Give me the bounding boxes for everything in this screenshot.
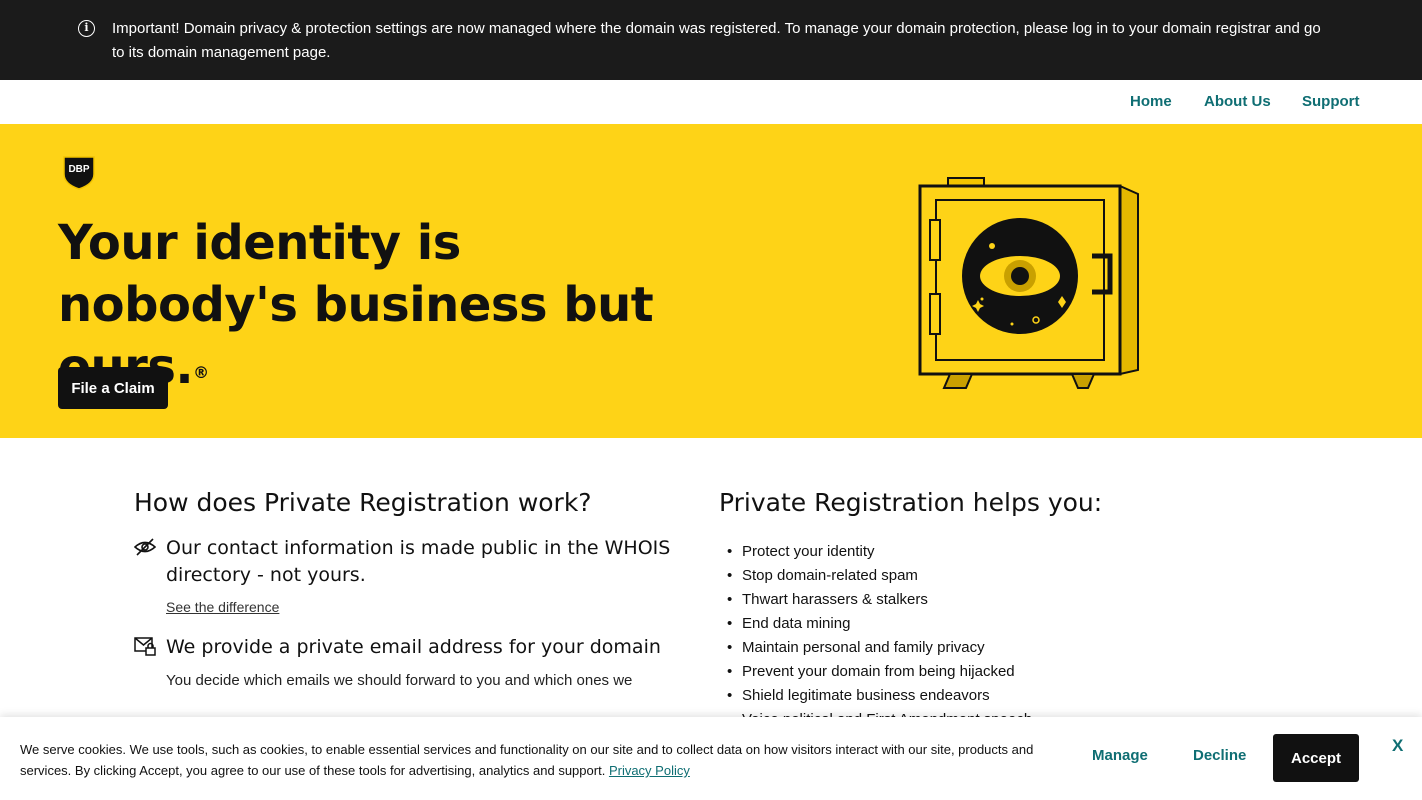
- benefit-item: Maintain personal and family privacy: [719, 636, 1279, 660]
- safe-eye-illustration: [918, 177, 1139, 389]
- info-icon: i: [78, 20, 95, 37]
- eye-slash-icon: [134, 538, 156, 556]
- notice-text: Important! Domain privacy & protection s…: [112, 20, 1321, 61]
- see-difference-link[interactable]: See the difference: [166, 599, 279, 615]
- accept-cookies-button[interactable]: Accept: [1273, 734, 1359, 782]
- privacy-policy-link[interactable]: Privacy Policy: [609, 763, 690, 778]
- cookie-text-block: We serve cookies. We use tools, such as …: [20, 739, 1060, 781]
- feature-private-email-title: We provide a private email address for y…: [166, 636, 661, 658]
- how-it-works-title: How does Private Registration work?: [134, 488, 592, 517]
- feature-private-email: We provide a private email address for y…: [134, 634, 694, 692]
- benefits-title: Private Registration helps you:: [719, 488, 1103, 517]
- manage-cookies-button[interactable]: Manage: [1092, 747, 1148, 764]
- top-navigation: Home About Us Support: [0, 80, 1422, 124]
- close-cookie-banner-button[interactable]: X: [1392, 736, 1403, 756]
- benefit-item: Stop domain-related spam: [719, 564, 1279, 588]
- benefits-list: Protect your identity Stop domain-relate…: [719, 540, 1279, 732]
- feature-contact-info: Our contact information is made public i…: [134, 535, 694, 616]
- nav-link-support[interactable]: Support: [1302, 93, 1360, 110]
- cookie-text: We serve cookies. We use tools, such as …: [20, 742, 1034, 778]
- file-claim-button[interactable]: File a Claim: [58, 367, 168, 409]
- registered-mark: ®: [193, 363, 209, 382]
- benefit-item: End data mining: [719, 612, 1279, 636]
- feature-private-email-text: You decide which emails we should forwar…: [166, 672, 633, 689]
- mail-lock-icon: [134, 637, 156, 656]
- decline-cookies-button[interactable]: Decline: [1193, 747, 1246, 764]
- feature-contact-info-title: Our contact information is made public i…: [166, 537, 671, 586]
- benefits-section: Private Registration helps you: Protect …: [719, 488, 1279, 732]
- logo-text: DBP: [68, 164, 89, 175]
- dbp-logo[interactable]: DBP: [61, 154, 97, 190]
- hero-section: DBP Your identity is nobody's business b…: [0, 124, 1422, 438]
- notice-banner: i Important! Domain privacy & protection…: [0, 0, 1422, 80]
- benefit-item: Shield legitimate business endeavors: [719, 684, 1279, 708]
- how-it-works-section: How does Private Registration work? Our …: [134, 488, 694, 692]
- nav-link-about-us[interactable]: About Us: [1204, 93, 1271, 110]
- benefit-item: Protect your identity: [719, 540, 1279, 564]
- benefit-item: Thwart harassers & stalkers: [719, 588, 1279, 612]
- cookie-banner: We serve cookies. We use tools, such as …: [0, 717, 1422, 800]
- benefit-item: Prevent your domain from being hijacked: [719, 660, 1279, 684]
- nav-link-home[interactable]: Home: [1130, 93, 1172, 110]
